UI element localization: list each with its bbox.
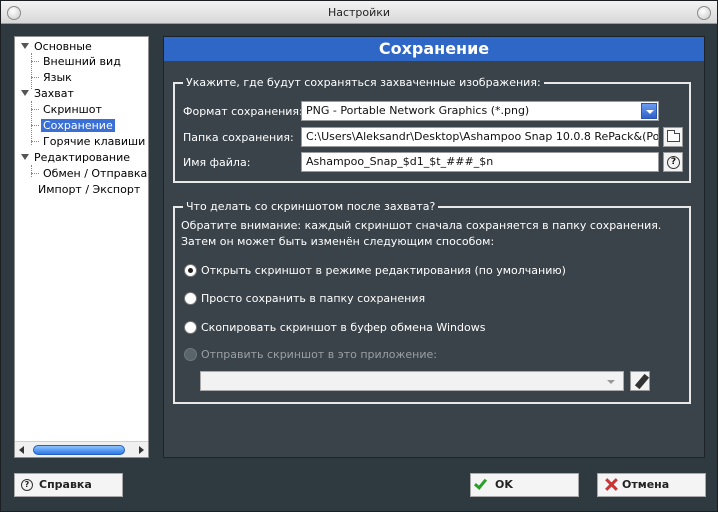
settings-tree: Основные Внешний вид Язык Захват Скриншо… (14, 36, 149, 458)
scroll-right-icon[interactable] (139, 446, 144, 454)
scrollbar-thumb[interactable] (33, 445, 125, 455)
expand-arrow-icon[interactable] (21, 90, 29, 96)
tree-connector (31, 61, 39, 62)
folder-label: Папка сохранения: (183, 131, 294, 144)
settings-window: Настройки Основные Внешний вид Язык Захв… (0, 0, 718, 512)
tree-item-screenshot[interactable]: Скриншот (41, 102, 104, 117)
format-label: Формат сохранения: (183, 105, 303, 118)
tree-item-share[interactable]: Обмен / Отправка (41, 166, 148, 181)
edit-app-button[interactable] (630, 371, 650, 391)
tree-item-saving[interactable]: Сохранение (41, 118, 115, 133)
settings-panel: Сохранение Укажите, где будут сохранятьс… (163, 36, 705, 458)
tree-connector (31, 173, 39, 174)
tree-connector (31, 53, 32, 89)
folder-icon (667, 130, 680, 142)
target-app-dropdown (200, 371, 624, 391)
option-save-only[interactable]: Просто сохранить в папку сохранения (184, 292, 425, 308)
tree-connector (31, 101, 32, 145)
close-window-icon[interactable] (697, 6, 711, 20)
tree-horizontal-scrollbar[interactable] (15, 441, 148, 457)
cancel-button[interactable]: Отмена (597, 473, 706, 497)
tree-item-import-export[interactable]: Импорт / Экспорт (21, 182, 142, 197)
save-location-group: Укажите, где будут сохраняться захваченн… (173, 76, 691, 183)
option-send-to-app: Отправить скриншот в это приложение: (184, 348, 437, 364)
filename-input[interactable]: Ashampoo_Snap_$d1_$t_###_$n (301, 152, 659, 172)
tree-connector (31, 141, 39, 142)
tree-connector (31, 77, 39, 78)
option-copy-clipboard[interactable]: Скопировать скриншот в буфер обмена Wind… (184, 321, 485, 337)
radio-checked-icon[interactable] (184, 264, 197, 277)
tree-item-general[interactable]: Основные (21, 39, 94, 54)
folder-input[interactable]: C:\Users\Aleksandr\Desktop\Ashampoo Snap… (301, 127, 659, 147)
tree-item-appearance[interactable]: Внешний вид (41, 54, 123, 69)
help-button[interactable]: ? Справка (14, 473, 123, 497)
help-icon: ? (21, 479, 33, 491)
tree-item-capture[interactable]: Захват (21, 86, 76, 101)
scroll-left-icon[interactable] (19, 446, 24, 454)
radio-disabled-icon (184, 348, 197, 361)
chevron-down-icon[interactable] (641, 103, 657, 119)
radio-icon[interactable] (184, 321, 197, 334)
ok-button[interactable]: OK (470, 473, 579, 497)
filename-value: Ashampoo_Snap_$d1_$t_###_$n (306, 155, 494, 168)
tree-item-language[interactable]: Язык (41, 70, 74, 85)
window-title: Настройки (327, 6, 391, 19)
folder-value: C:\Users\Aleksandr\Desktop\Ashampoo Snap… (306, 130, 659, 143)
panel-title: Сохранение (164, 37, 704, 61)
filename-label: Имя файла: (183, 156, 251, 169)
option-open-editor[interactable]: Открыть скриншот в режиме редактирования… (184, 264, 566, 280)
filename-help-button[interactable]: ? (663, 152, 683, 172)
tree-connector (31, 125, 39, 126)
after-capture-note: Обратите внимание: каждый скриншот снача… (181, 219, 662, 248)
save-location-group-title: Укажите, где будут сохраняться захваченн… (183, 76, 544, 89)
checkmark-icon (473, 476, 488, 490)
tree-connector (31, 165, 32, 177)
pencil-icon (634, 373, 650, 390)
tree-connector (31, 109, 39, 110)
expand-arrow-icon[interactable] (21, 154, 29, 160)
help-icon: ? (667, 156, 680, 169)
tree-item-hotkeys[interactable]: Горячие клавиши (41, 134, 147, 149)
format-value: PNG - Portable Network Graphics (*.png) (306, 104, 530, 117)
after-capture-group: Что делать со скриншотом после захвата? … (173, 200, 691, 404)
expand-arrow-icon[interactable] (21, 43, 29, 49)
chevron-down-icon (607, 380, 615, 384)
radio-icon[interactable] (184, 292, 197, 305)
after-capture-group-title: Что делать со скриншотом после захвата? (183, 200, 439, 213)
browse-folder-button[interactable] (663, 127, 683, 147)
tree-item-editing[interactable]: Редактирование (21, 150, 132, 165)
title-bar: Настройки (1, 1, 717, 24)
format-dropdown[interactable]: PNG - Portable Network Graphics (*.png) (301, 101, 659, 121)
close-icon (604, 477, 618, 491)
